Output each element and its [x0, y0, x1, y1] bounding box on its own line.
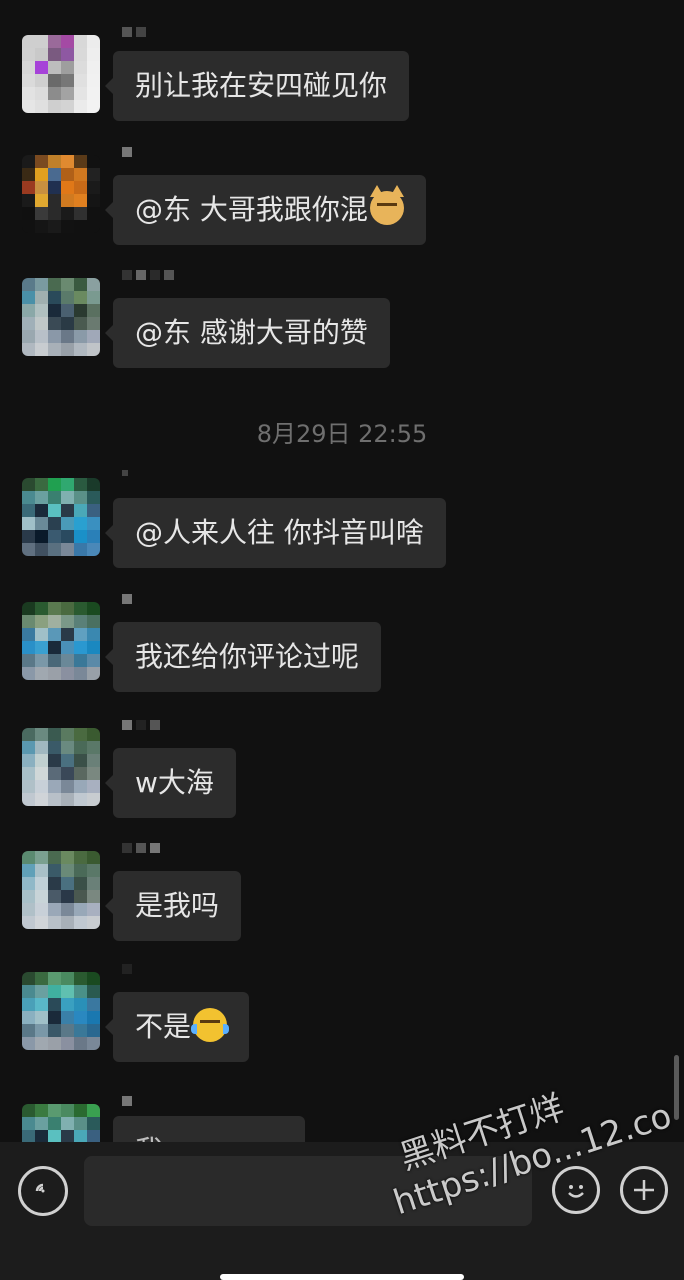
message-text: 是我吗: [135, 889, 220, 922]
home-indicator[interactable]: [220, 1274, 464, 1280]
avatar[interactable]: [22, 278, 100, 356]
message-text: @东 大哥我跟你混: [135, 193, 368, 226]
crying-laughing-emoji-icon: [191, 1008, 230, 1042]
plus-icon[interactable]: [620, 1166, 668, 1214]
sender-name: [122, 720, 160, 734]
chat-screen: 别让我在安四碰见你 @东 大哥我跟你混 @东 感谢大哥的赞 8月29日 22:5…: [0, 0, 684, 1280]
message-bubble[interactable]: @东 感谢大哥的赞: [105, 298, 390, 368]
sender-name: [122, 1096, 132, 1110]
avatar[interactable]: [22, 851, 100, 929]
avatar[interactable]: [22, 728, 100, 806]
message-bubble[interactable]: 是我吗: [104, 871, 242, 941]
scrollbar[interactable]: [674, 1055, 679, 1120]
cat-face-emoji-icon: [369, 185, 404, 225]
message-bubble[interactable]: @人来人往 你抖音叫啥: [105, 498, 446, 568]
message-bubble[interactable]: 不是: [104, 992, 250, 1062]
message-bubble[interactable]: @东 大哥我跟你混: [105, 175, 426, 245]
sender-name: [122, 270, 174, 284]
sender-name: [122, 964, 132, 978]
avatar[interactable]: [22, 602, 100, 680]
avatar[interactable]: [22, 155, 100, 233]
message-text: 别让我在安四碰见你: [135, 69, 388, 102]
sender-name: [122, 470, 128, 484]
sender-name: [122, 27, 146, 41]
message-text: @东 感谢大哥的赞: [135, 316, 368, 349]
timestamp: 8月29日 22:55: [256, 420, 428, 448]
message-bubble[interactable]: 我还给你评论过呢: [104, 622, 382, 692]
avatar[interactable]: [22, 35, 100, 113]
emoji-icon[interactable]: [552, 1166, 600, 1214]
message-bubble[interactable]: 别让我在安四碰见你: [104, 51, 410, 121]
sender-name: [122, 843, 160, 857]
sender-name: [122, 594, 132, 608]
avatar[interactable]: [22, 972, 100, 1050]
voice-icon[interactable]: [18, 1166, 68, 1216]
message-text: @人来人往 你抖音叫啥: [135, 516, 424, 549]
message-text: 不是: [135, 1010, 192, 1043]
message-text: 我还给你评论过呢: [135, 640, 360, 673]
message-text: w大海: [135, 766, 214, 799]
sender-name: [122, 147, 132, 161]
avatar[interactable]: [22, 478, 100, 556]
message-bubble[interactable]: w大海: [105, 748, 236, 818]
